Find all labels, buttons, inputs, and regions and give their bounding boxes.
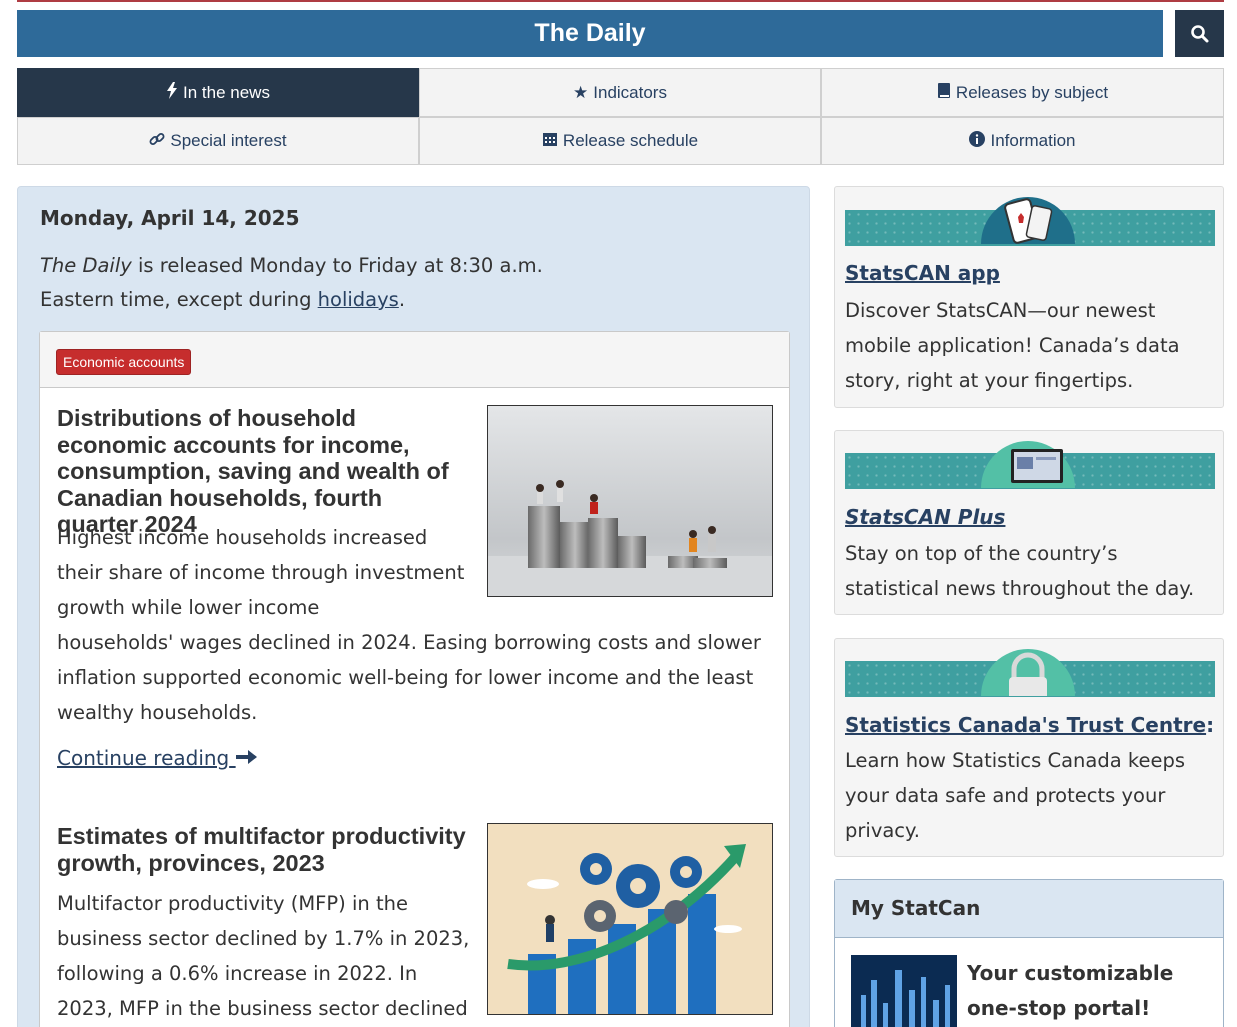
release-date: Monday, April 14, 2025 <box>40 206 300 230</box>
promo-text: Learn how Statistics Canada keeps your d… <box>845 749 1186 842</box>
arrow-right-icon <box>235 746 258 770</box>
statscan-app-link[interactable]: StatsCAN app <box>845 261 1000 285</box>
my-statcan-text[interactable]: Your customizable one-stop portal! <box>967 956 1207 1026</box>
panel-header: Economic accounts <box>40 332 789 388</box>
nav-releases-by-subject[interactable]: Releases by subject <box>821 68 1224 117</box>
top-rule <box>17 0 1224 2</box>
article-title[interactable]: Distributions of household economic acco… <box>57 405 467 538</box>
coin-stacks-figurines-image <box>487 405 773 597</box>
trust-centre-colon: : <box>1206 713 1215 737</box>
nav-release-schedule[interactable]: Release schedule <box>419 117 821 165</box>
nav-label: Releases by subject <box>955 82 1109 102</box>
my-statcan-heading: My StatCan <box>835 880 1223 938</box>
holidays-link[interactable]: holidays <box>318 288 399 311</box>
daily-nav: In the news ★ Indicators Releases by sub… <box>17 68 1224 165</box>
nav-label: Information <box>990 131 1076 150</box>
promo-text: Discover StatsCAN—our newest mobile appl… <box>845 299 1180 392</box>
nav-label: Special interest <box>170 131 287 150</box>
subject-badge[interactable]: Economic accounts <box>56 349 192 375</box>
main-content: Monday, April 14, 2025 The Daily is rele… <box>17 186 810 1027</box>
intro-end: . <box>398 288 406 311</box>
page-title[interactable]: The Daily <box>17 10 1163 57</box>
promo-card-statscan-app: StatsCAN app Discover StatsCAN—our newes… <box>834 186 1224 408</box>
nav-label: In the news <box>183 82 270 102</box>
gears-growth-arrow-image <box>487 823 773 1015</box>
intro-line-1: is released Monday to Friday at 8:30 a.m… <box>131 254 543 277</box>
my-statcan-card: My StatCan Your customizable one-stop po… <box>834 879 1224 1027</box>
book-icon <box>937 82 951 104</box>
promo-text: Stay on top of the country’s statistical… <box>845 542 1195 600</box>
nav-label: Release schedule <box>562 131 699 150</box>
trust-centre-heading: Statistics Canada's Trust Centre: <box>845 713 1214 737</box>
promo-card-statscan-plus: StatsCAN Plus Stay on top of the country… <box>834 430 1224 615</box>
search-button[interactable] <box>1175 10 1224 57</box>
article-summary-wrapped: Highest income households increased thei… <box>57 526 465 619</box>
continue-reading-label: Continue reading <box>57 746 230 770</box>
trust-centre-link[interactable]: Statistics Canada's Trust Centre <box>845 713 1206 737</box>
star-icon: ★ <box>573 82 589 102</box>
publication-name: The Daily <box>40 254 132 277</box>
info-icon <box>969 130 986 152</box>
statscan-plus-link[interactable]: StatsCAN Plus <box>845 505 1005 529</box>
nav-in-the-news[interactable]: In the news <box>17 68 419 117</box>
nav-special-interest[interactable]: Special interest <box>17 117 419 165</box>
search-icon <box>1190 24 1208 42</box>
promo-card-trust-centre: Statistics Canada's Trust Centre: Learn … <box>834 638 1224 857</box>
bolt-icon <box>166 81 178 104</box>
intro-text: The Daily is released Monday to Friday a… <box>40 249 740 317</box>
nav-information[interactable]: Information <box>821 117 1224 165</box>
releases-panel: Economic accounts Distributions of house… <box>39 331 790 1027</box>
city-skyline-image <box>851 955 957 1027</box>
article-summary-wrapped: Multifactor productivity (MFP) in the bu… <box>57 892 470 1020</box>
continue-reading-link[interactable]: Continue reading <box>57 746 258 770</box>
calendar-icon <box>542 131 558 152</box>
article-title[interactable]: Estimates of multifactor productivity gr… <box>57 823 467 876</box>
intro-line-2: Eastern time, except during <box>40 288 318 311</box>
link-icon <box>149 131 165 152</box>
article-summary: households' wages declined in 2024. Easi… <box>57 631 761 724</box>
nav-indicators[interactable]: ★ Indicators <box>419 68 821 117</box>
nav-label: Indicators <box>593 82 667 102</box>
